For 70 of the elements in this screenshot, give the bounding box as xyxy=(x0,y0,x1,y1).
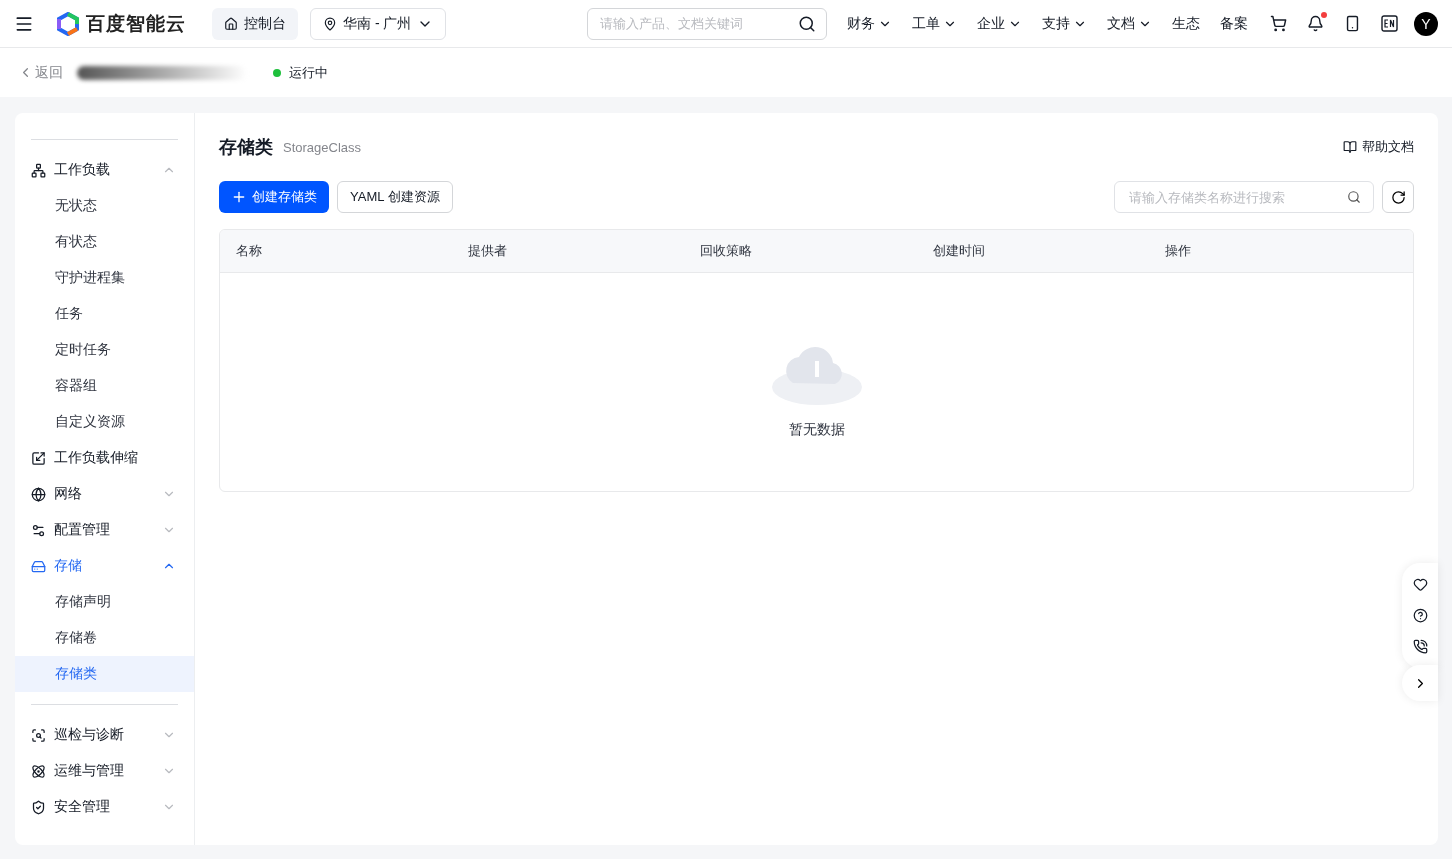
column-header: 提供者 xyxy=(468,242,509,260)
phone-icon[interactable] xyxy=(1344,15,1361,32)
network-icon xyxy=(31,162,46,178)
nav-link[interactable]: 文档 xyxy=(1107,14,1152,33)
column-header: 操作 xyxy=(1164,242,1192,260)
sidebar-item[interactable]: 存储 xyxy=(15,548,194,584)
search-field[interactable]: 请输入存储类名称进行搜索 xyxy=(1114,181,1374,213)
refresh-icon xyxy=(1390,189,1406,205)
logo-text: 百度智能云 xyxy=(86,11,186,36)
empty-text: 暂无数据 xyxy=(788,421,845,439)
globe-icon xyxy=(31,486,46,502)
console-button[interactable]: 控制台 xyxy=(212,7,298,40)
drive-icon xyxy=(31,558,46,574)
home-icon xyxy=(224,16,238,31)
column-header: 回收策略 xyxy=(700,242,754,260)
yaml-button[interactable]: YAML 创建资源 xyxy=(337,181,453,213)
sidebar-item[interactable]: 配置管理 xyxy=(15,512,194,548)
shield-icon xyxy=(31,799,46,815)
bell-icon[interactable] xyxy=(1307,15,1324,32)
region-select[interactable]: 华南 - 广州 xyxy=(310,7,447,40)
sidebar-item[interactable]: 工作负载伸缩 xyxy=(15,440,194,476)
phone-call-icon[interactable] xyxy=(1412,639,1428,654)
status-text: 运行中 xyxy=(289,63,328,82)
sidebar-subitem[interactable]: 守护进程集 xyxy=(15,260,194,296)
nav-link[interactable]: 生态 xyxy=(1172,14,1200,33)
search-field[interactable]: 请输入产品、文档关键词 xyxy=(587,7,827,40)
heart-icon[interactable] xyxy=(1412,577,1428,592)
sidebar-item[interactable]: 网络 xyxy=(15,476,194,512)
location-icon xyxy=(323,16,337,31)
scan-icon xyxy=(31,727,46,743)
back-link[interactable]: 返回 xyxy=(18,63,63,82)
create-button[interactable]: 创建存储类 xyxy=(219,181,329,213)
sidebar-subitem[interactable]: 存储类 xyxy=(15,656,194,692)
sidebar-subitem[interactable]: 存储声明 xyxy=(15,584,194,620)
sidebar-subitem[interactable]: 任务 xyxy=(15,296,194,332)
help-link[interactable]: 帮助文档 xyxy=(1343,138,1414,156)
book-icon xyxy=(1343,140,1357,154)
search-icon xyxy=(1347,190,1361,204)
search-icon xyxy=(798,14,816,33)
avatar[interactable]: Y xyxy=(1414,11,1438,36)
search-input[interactable]: 请输入产品、文档关键词 xyxy=(598,15,792,32)
sidebar-item[interactable]: 安全管理 xyxy=(15,789,194,825)
sidebar-subitem[interactable]: 无状态 xyxy=(15,188,194,224)
sidebar-subitem[interactable]: 自定义资源 xyxy=(15,404,194,440)
refresh-button[interactable] xyxy=(1382,181,1414,213)
sidebar-item[interactable]: 巡检与诊断 xyxy=(15,717,194,753)
plus-icon xyxy=(231,189,247,205)
sidebar-subitem[interactable]: 存储卷 xyxy=(15,620,194,656)
sidebar-subitem[interactable]: 定时任务 xyxy=(15,332,194,368)
sidebar-item[interactable]: 运维与管理 xyxy=(15,753,194,789)
sidebar-item[interactable]: 工作负载 xyxy=(15,152,194,188)
column-header: 创建时间 xyxy=(932,242,986,260)
sidebar-subitem[interactable]: 有状态 xyxy=(15,224,194,260)
search-input[interactable]: 请输入存储类名称进行搜索 xyxy=(1127,188,1341,206)
nav-link[interactable]: 备案 xyxy=(1220,14,1248,33)
page-subtitle: StorageClass xyxy=(283,139,362,155)
nav-link[interactable]: 企业 xyxy=(977,14,1022,33)
atom-icon xyxy=(31,763,46,779)
cart-icon[interactable] xyxy=(1270,15,1287,32)
sidebar-subitem[interactable]: 容器组 xyxy=(15,368,194,404)
language-icon[interactable] xyxy=(1381,15,1398,32)
nav-link[interactable]: 支持 xyxy=(1042,14,1087,33)
nav-link[interactable]: 工单 xyxy=(912,14,957,33)
nav-link[interactable]: 财务 xyxy=(847,14,892,33)
help-icon[interactable] xyxy=(1412,608,1428,623)
column-header: 名称 xyxy=(236,242,263,260)
scaling-icon xyxy=(31,450,46,466)
gear-icon xyxy=(31,522,46,538)
logo-icon xyxy=(56,11,80,36)
page-title: 存储类 xyxy=(219,136,273,159)
